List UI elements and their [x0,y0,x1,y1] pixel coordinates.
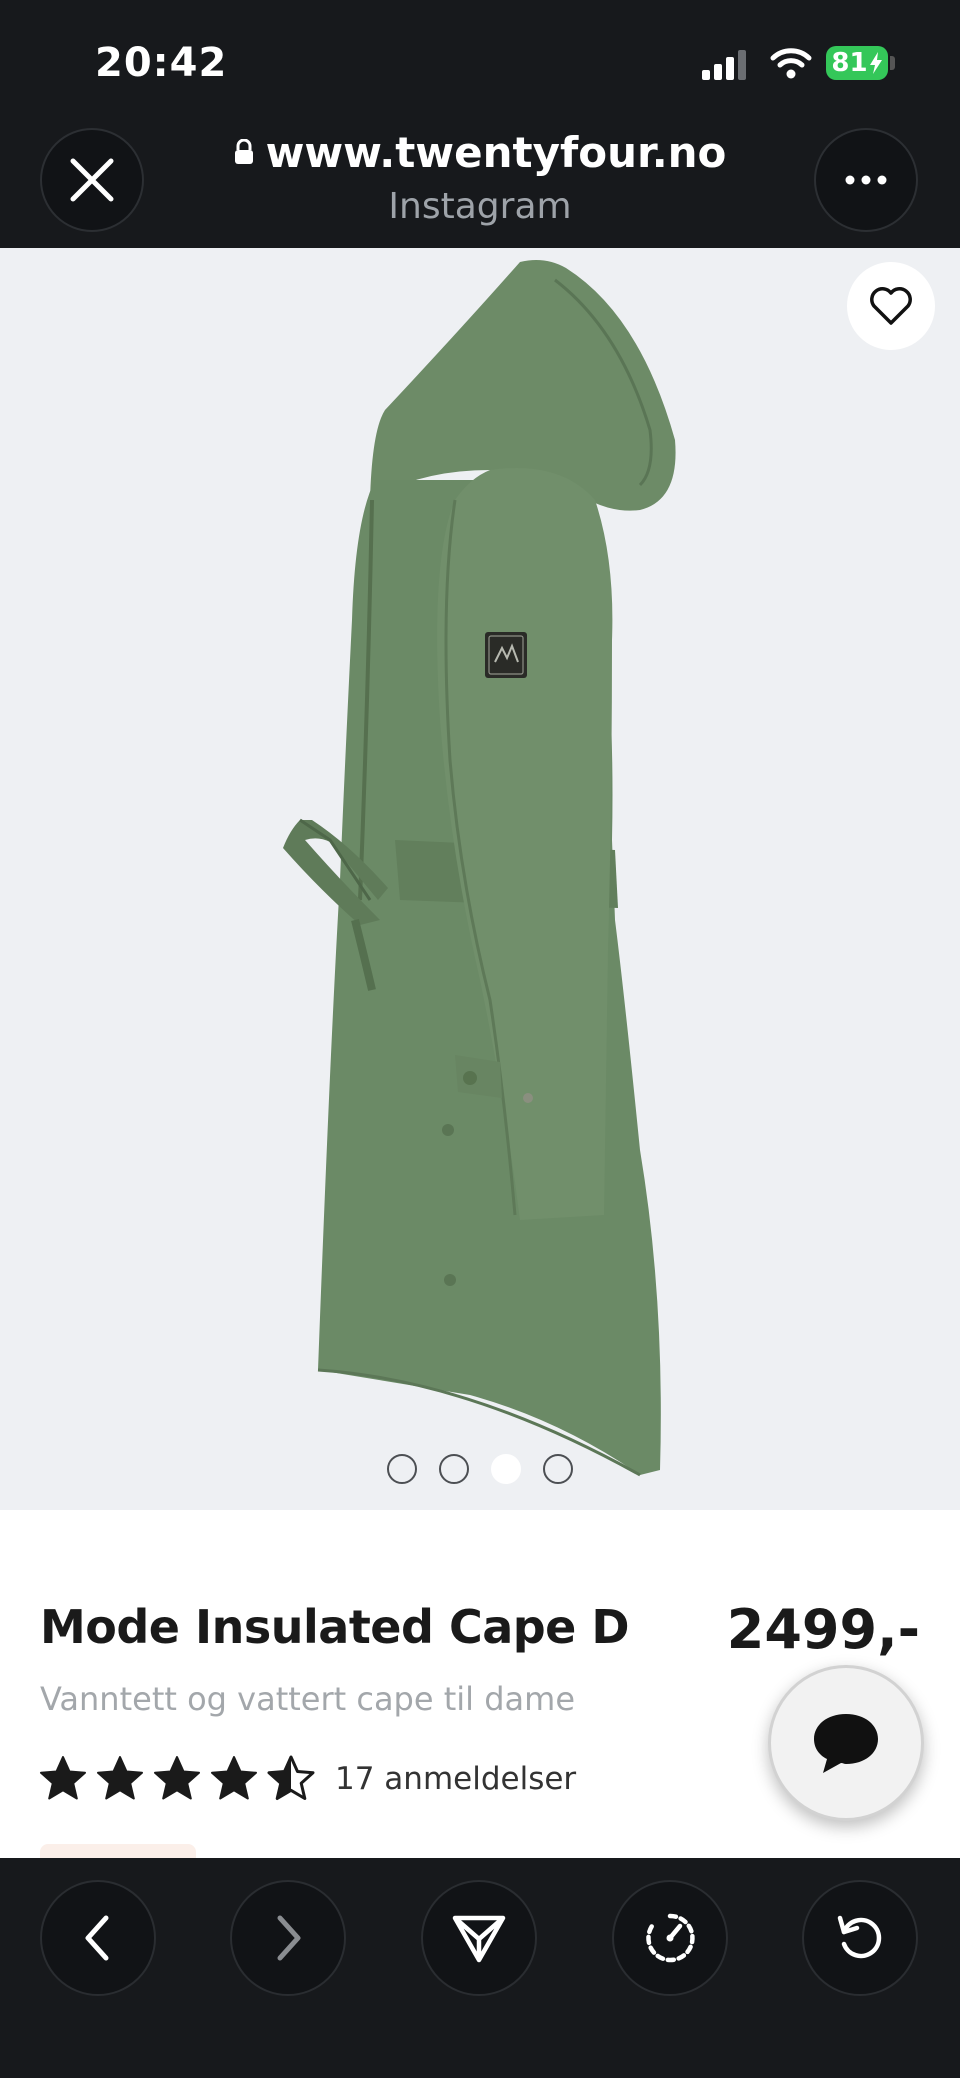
speed-icon [646,1913,695,1963]
wifi-icon [770,48,812,79]
battery-cap [890,56,895,70]
star-full-icon [154,1756,200,1800]
browser-toolbar [0,1858,960,2078]
reload-button[interactable] [802,1880,918,1996]
battery-level: 81 [831,48,868,78]
forward-button[interactable] [230,1880,346,1996]
star-rating [38,1754,323,1804]
more-icon [845,175,887,185]
star-full-icon [97,1756,143,1800]
share-icon [452,1915,506,1963]
forward-icon [277,1915,301,1961]
cellular-signal-icon [702,50,746,80]
product-title: Mode Insulated Cape D [40,1600,630,1654]
battery-indicator: 81 [826,46,888,80]
star-full-icon [211,1756,257,1800]
share-button[interactable] [421,1880,537,1996]
url-text: www.twentyfour.no [265,128,727,177]
review-count[interactable]: 17 anmeldelser [335,1761,576,1797]
pager-dot[interactable] [491,1454,521,1484]
favorite-button[interactable] [847,262,935,350]
chat-button[interactable] [768,1665,924,1821]
charging-bolt-icon [869,52,882,74]
lock-icon [234,138,253,164]
image-pager[interactable] [0,1454,960,1484]
more-button[interactable] [814,128,918,232]
product-subtitle: Vanntett og vattert cape til dame [40,1680,575,1718]
rating-row[interactable]: 17 anmeldelser [38,1754,576,1804]
pager-dot[interactable] [543,1454,573,1484]
status-time: 20:42 [95,40,228,86]
star-full-icon [40,1756,86,1800]
status-bar: 20:42 81 [0,0,960,120]
product-photo-jacket [283,260,676,1477]
star-half-icon [267,1755,315,1800]
pager-dot[interactable] [439,1454,469,1484]
back-button[interactable] [40,1880,156,1996]
reload-icon [837,1915,882,1959]
pager-dot[interactable] [387,1454,417,1484]
partial-badge [40,1844,196,1858]
chat-bubble-icon [814,1714,878,1773]
in-app-browser-bar: www.twentyfour.no Instagram [0,120,960,248]
product-image-gallery[interactable] [0,248,960,1510]
speed-button[interactable] [612,1880,728,1996]
heart-icon [870,287,912,325]
product-price: 2499,- [726,1598,920,1661]
back-icon [85,1915,109,1961]
